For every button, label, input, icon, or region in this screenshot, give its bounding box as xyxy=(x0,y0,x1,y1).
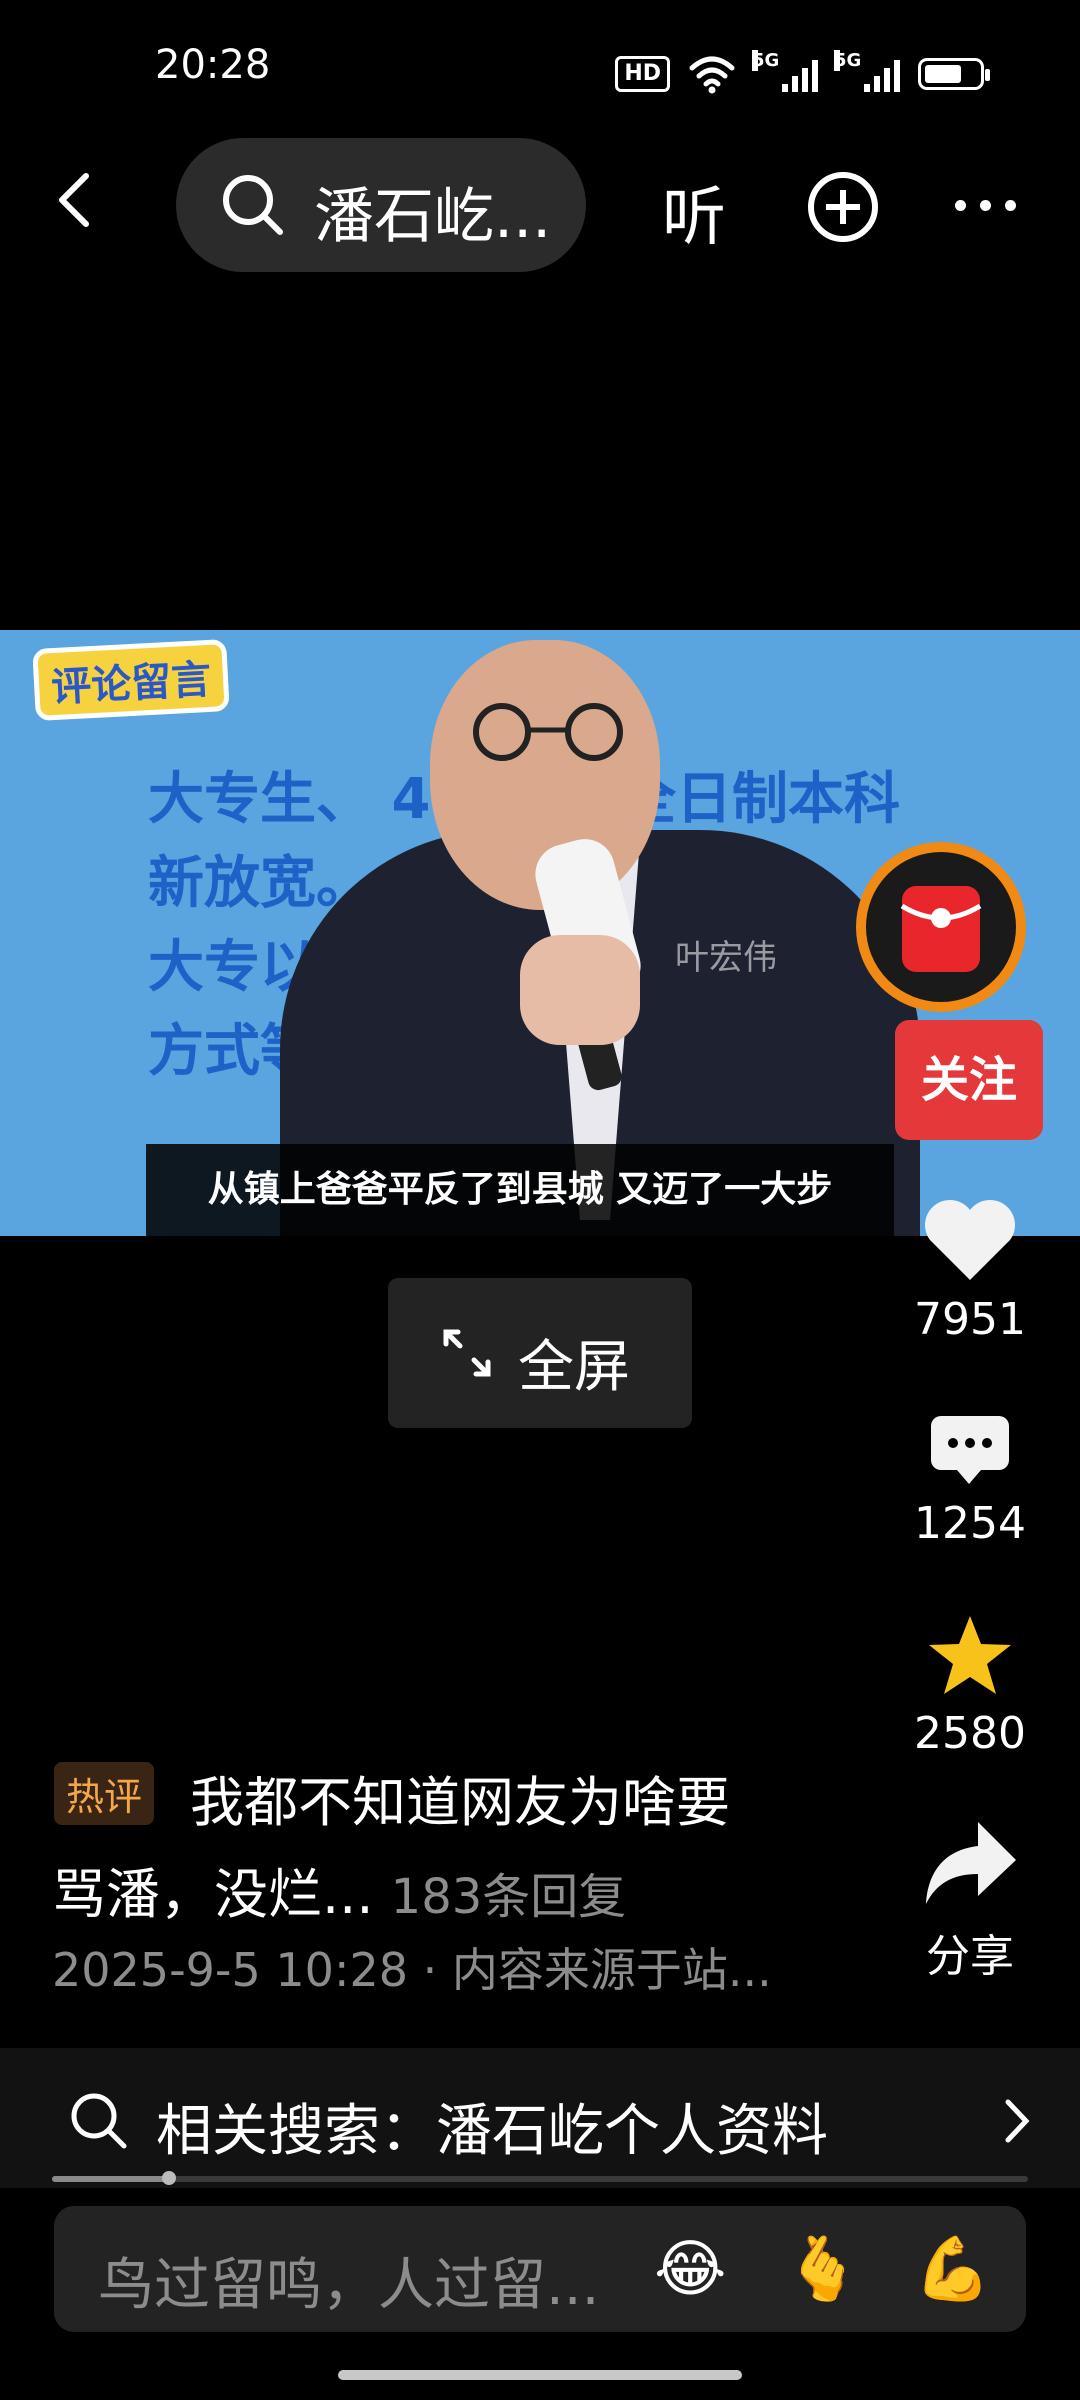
expand-icon xyxy=(443,1329,491,1377)
chevron-right-icon xyxy=(1005,2099,1030,2143)
listen-button[interactable]: 听 xyxy=(662,166,726,258)
comment-input[interactable]: 鸟过留鸣，人过留... 😂 🫰 💪 xyxy=(54,2206,1026,2332)
related-search-bar[interactable]: 相关搜索：潘石屹个人资料 xyxy=(0,2048,1080,2188)
finger-heart-emoji-icon[interactable]: 🫰 xyxy=(784,2236,861,2302)
comment-button[interactable]: 1254 xyxy=(890,1412,1050,1549)
related-search-text: 相关搜索：潘石屹个人资料 xyxy=(156,2099,828,2164)
share-icon xyxy=(926,1822,1016,1904)
add-icon[interactable] xyxy=(808,172,878,242)
share-label: 分享 xyxy=(926,1931,1014,1982)
home-indicator[interactable] xyxy=(338,2370,742,2380)
hot-comment-tag: 热评 xyxy=(54,1762,155,1825)
wifi-icon xyxy=(689,56,735,94)
heart-icon xyxy=(925,1200,1015,1280)
video-subtitle: 从镇上爸爸平反了到县城 又迈了一大步 xyxy=(146,1144,894,1236)
hot-comment-line2[interactable]: 骂潘，没烂... 183条回复 xyxy=(52,1850,626,1929)
like-button[interactable]: 7951 xyxy=(890,1196,1050,1345)
glasses-icon xyxy=(473,703,623,761)
hd-voice-icon: HD xyxy=(615,56,670,92)
red-packet-icon[interactable] xyxy=(852,838,1030,1016)
video-progress-bar[interactable] xyxy=(52,2171,1028,2185)
more-icon[interactable] xyxy=(955,200,1016,211)
signal-icon-2: 5G xyxy=(834,50,900,92)
comment-icon xyxy=(931,1416,1009,1484)
search-icon xyxy=(223,175,283,235)
progress-knob[interactable] xyxy=(162,2171,177,2185)
favorite-button[interactable]: 2580 xyxy=(890,1612,1050,1759)
comment-badge: 评论留言 xyxy=(32,638,230,722)
search-icon xyxy=(71,2093,127,2149)
laughing-emoji-icon[interactable]: 😂 xyxy=(654,2236,726,2302)
like-count: 7951 xyxy=(914,1294,1026,1345)
signal-icon-1: 5G xyxy=(752,50,818,92)
status-time: 20:28 xyxy=(155,42,271,88)
search-bar[interactable]: 潘石屹... xyxy=(176,138,586,272)
favorite-count: 2580 xyxy=(914,1708,1026,1759)
fullscreen-button[interactable]: 全屏 xyxy=(388,1278,692,1428)
star-icon xyxy=(929,1616,1011,1694)
share-button[interactable]: 分享 xyxy=(890,1816,1050,1984)
follow-button[interactable]: 关注 xyxy=(895,1020,1043,1140)
hot-comment-line1[interactable]: 我都不知道网友为啥要 xyxy=(190,1758,730,1837)
comment-count: 1254 xyxy=(914,1498,1026,1549)
battery-icon xyxy=(918,58,990,90)
back-icon[interactable] xyxy=(48,170,108,230)
flexed-bicep-emoji-icon[interactable]: 💪 xyxy=(914,2236,991,2302)
status-icons: HD 5G 5G xyxy=(615,50,990,96)
search-text: 潘石屹... xyxy=(314,182,552,252)
video-watermark: 叶宏伟 xyxy=(675,938,777,978)
fullscreen-label: 全屏 xyxy=(518,1335,630,1400)
post-meta: 2025-9-5 10:28 · 内容来源于站... xyxy=(52,1943,772,1997)
reply-count-link[interactable]: 183条回复 xyxy=(391,1869,627,1925)
comment-placeholder: 鸟过留鸣，人过留... xyxy=(98,2253,600,2318)
